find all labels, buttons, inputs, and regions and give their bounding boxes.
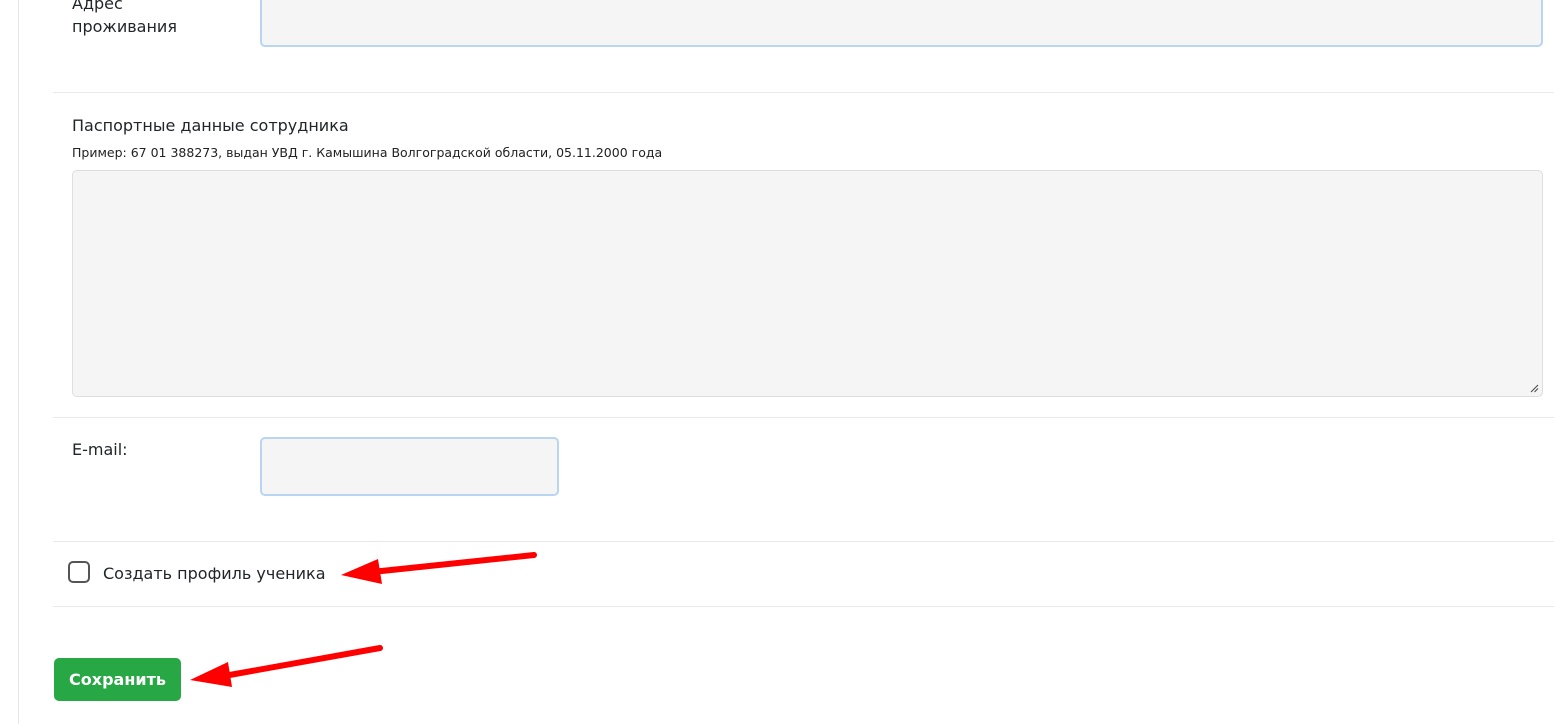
arrow-to-save-button-icon — [190, 645, 383, 687]
left-border-rule — [18, 0, 19, 724]
email-label: E-mail: — [72, 440, 128, 459]
create-profile-checkbox[interactable] — [68, 561, 90, 583]
save-button[interactable]: Сохранить — [54, 658, 181, 701]
passport-hint: Пример: 67 01 388273, выдан УВД г. Камыш… — [72, 145, 663, 160]
divider — [53, 606, 1554, 607]
create-profile-label[interactable]: Создать профиль ученика — [103, 562, 326, 585]
passport-textarea[interactable] — [72, 170, 1543, 397]
email-input[interactable] — [260, 437, 559, 496]
address-input[interactable] — [260, 0, 1543, 47]
divider — [53, 417, 1554, 418]
divider — [53, 92, 1554, 93]
address-label: Адрес проживания — [72, 0, 177, 36]
passport-label: Паспортные данные сотрудника — [72, 116, 349, 135]
resize-grip-icon[interactable] — [1530, 384, 1539, 393]
arrow-to-checkbox-icon — [341, 552, 537, 584]
divider — [53, 541, 1554, 542]
